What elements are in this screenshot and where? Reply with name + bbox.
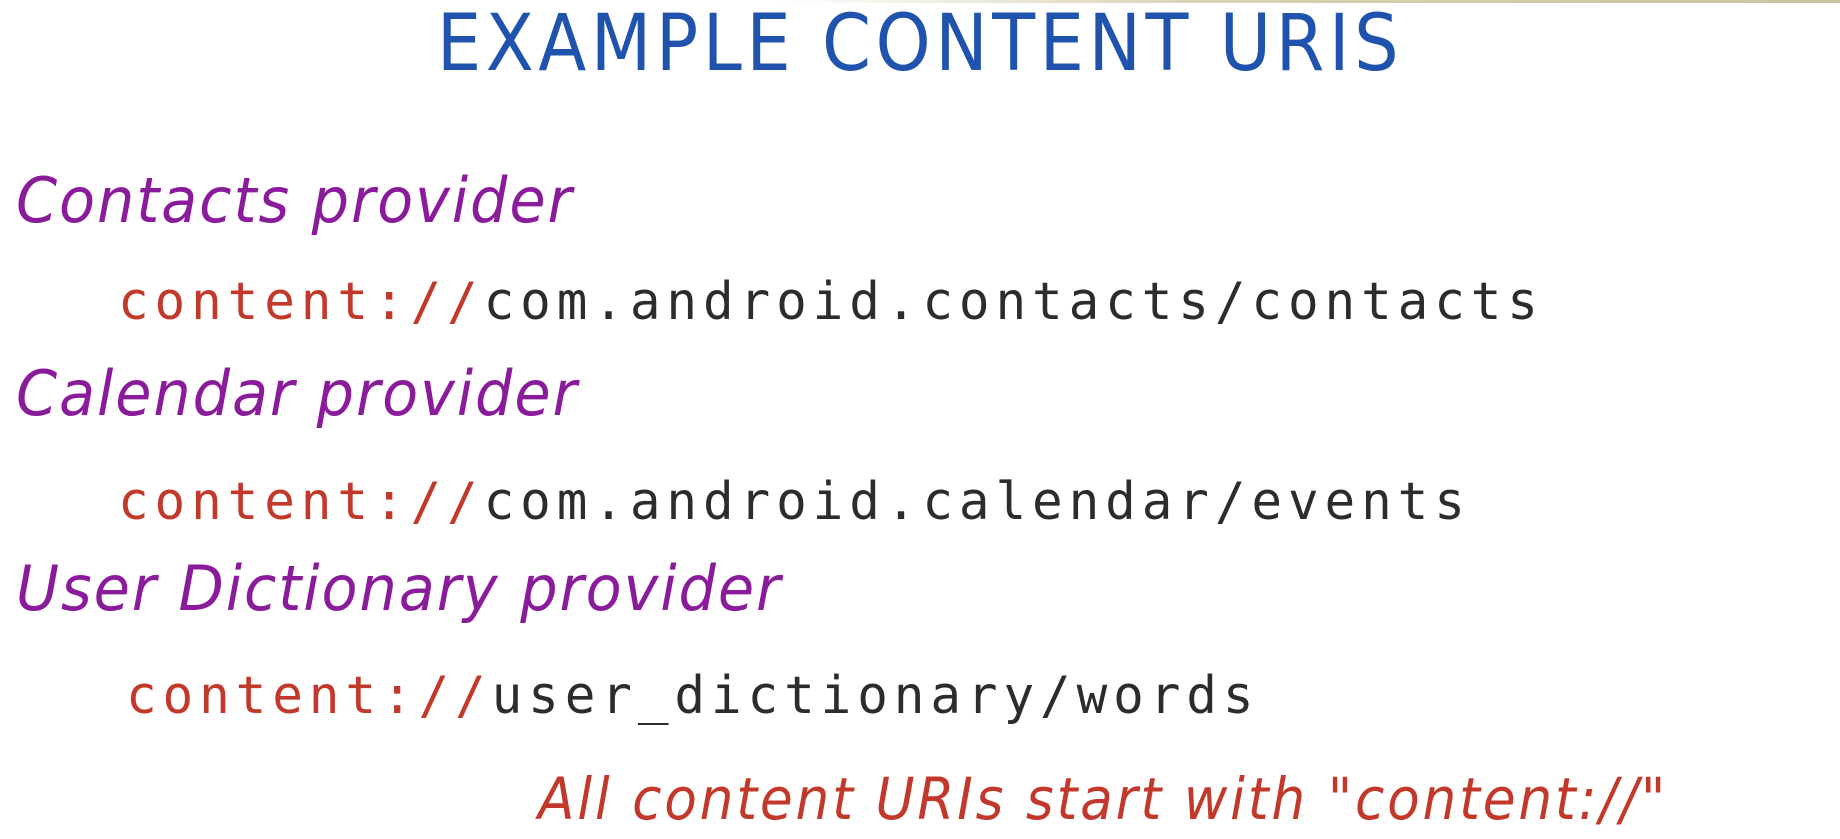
provider-name-user-dictionary: User Dictionary provider	[16, 552, 783, 625]
uri-scheme: content://	[126, 666, 492, 726]
uri-path: user_dictionary/words	[491, 666, 1260, 726]
uri-path: com.android.calendar/events	[483, 472, 1471, 532]
uri-contacts: content://com.android.contacts/contacts	[118, 276, 1544, 328]
uri-scheme: content://	[118, 272, 484, 332]
footnote: All content URIs start with "content://"	[538, 765, 1669, 833]
provider-name-calendar: Calendar provider	[16, 357, 579, 430]
slide-title: EXAMPLE CONTENT URIS	[436, 0, 1404, 89]
uri-calendar: content://com.android.calendar/events	[118, 476, 1471, 528]
uri-scheme: content://	[118, 472, 484, 532]
provider-name-contacts: Contacts provider	[16, 164, 574, 237]
slide: EXAMPLE CONTENT URIS Contacts provider c…	[0, 0, 1840, 839]
uri-user-dictionary: content://user_dictionary/words	[126, 670, 1259, 722]
uri-path: com.android.contacts/contacts	[483, 272, 1544, 332]
